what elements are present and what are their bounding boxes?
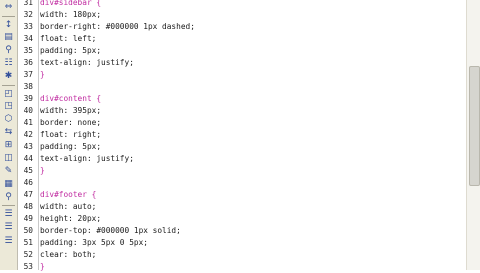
toolbar-separator — [2, 16, 15, 17]
code-line: 39 div#content { — [15, 93, 101, 105]
indent-more-icon[interactable]: ☰ — [3, 222, 14, 233]
expand-icon[interactable]: ⇔ — [3, 2, 14, 13]
code-line: 50 border-top: #000000 1px solid; — [15, 225, 181, 237]
code-editor[interactable]: 31 div#sidebar { 32 width: 180px; 33 border-r… — [24, 0, 465, 271]
code-line: 48 width: auto; — [15, 201, 97, 213]
code-line: 46 — [15, 177, 40, 189]
code-text: width: 395px; — [40, 106, 102, 115]
line-number: 43 — [23, 142, 33, 151]
apply-icon[interactable]: ◫ — [3, 153, 14, 164]
code-text: } — [40, 166, 45, 175]
collapse-icon[interactable]: ↕ — [3, 20, 14, 31]
code-text: height: 20px; — [40, 214, 102, 223]
code-text: } — [40, 70, 45, 79]
code-text: padding: 3px 5px 0 5px; — [40, 238, 148, 247]
code-text: div#footer { — [40, 190, 97, 199]
code-text: text-align: justify; — [40, 58, 134, 67]
code-text: div#sidebar { — [40, 0, 102, 7]
code-line: 38 — [15, 81, 40, 93]
line-number: 39 — [23, 94, 33, 103]
format-icon[interactable]: ⊞ — [3, 140, 14, 151]
uncomment-icon[interactable]: ◳ — [3, 101, 14, 112]
code-text: float: right; — [40, 130, 102, 139]
line-number: 46 — [23, 178, 33, 187]
code-text: clear: both; — [40, 250, 97, 259]
code-line: 35 padding: 5px; — [15, 45, 101, 57]
code-text: border-right: #000000 1px dashed; — [40, 22, 195, 31]
line-number: 47 — [23, 190, 33, 199]
code-line: 34 float: left; — [15, 33, 97, 45]
vertical-scrollbar[interactable] — [466, 0, 480, 270]
code-line: 52 clear: both; — [15, 249, 97, 261]
code-text: padding: 5px; — [40, 142, 102, 151]
line-number: 49 — [23, 214, 33, 223]
code-line: 45} — [15, 165, 45, 177]
snippet-icon[interactable]: ⬡ — [3, 114, 14, 125]
edit-icon[interactable]: ✎ — [3, 166, 14, 177]
code-line: 41 border: none; — [15, 117, 101, 129]
line-number: 50 — [23, 226, 33, 235]
code-line: 44 text-align: justify; — [15, 153, 134, 165]
line-number: 48 — [23, 202, 33, 211]
indent-icon[interactable]: ✱ — [3, 71, 14, 82]
line-number: 42 — [23, 130, 33, 139]
line-number: 52 — [23, 250, 33, 259]
code-line: 40 width: 395px; — [15, 105, 101, 117]
line-number: 35 — [23, 46, 33, 55]
line-number: 38 — [23, 82, 33, 91]
code-text: text-align: justify; — [40, 154, 134, 163]
select-icon[interactable]: ▤ — [3, 32, 14, 43]
line-number: 51 — [23, 238, 33, 247]
line-number: 41 — [23, 118, 33, 127]
line-number: 33 — [23, 22, 33, 31]
code-line: 51 padding: 3px 5px 0 5px; — [15, 237, 148, 249]
code-text: border: none; — [40, 118, 102, 127]
list-icon[interactable]: ☰ — [3, 236, 14, 247]
code-text: float: left; — [40, 34, 97, 43]
highlight-icon[interactable]: ⇆ — [3, 127, 14, 138]
code-line: 42 float: right; — [15, 129, 101, 141]
line-number: 53 — [23, 262, 33, 271]
toolbar-separator — [2, 85, 15, 86]
scrollbar-thumb[interactable] — [469, 66, 480, 186]
code-text: width: 180px; — [40, 10, 102, 19]
code-line: 47 div#footer { — [15, 189, 97, 201]
code-line: 53} — [15, 261, 45, 273]
search-icon[interactable]: ⚲ — [3, 192, 14, 203]
line-number: 37 — [23, 70, 33, 79]
line-number: 45 — [23, 166, 33, 175]
code-text: div#content { — [40, 94, 102, 103]
code-line: 32 width: 180px; — [15, 9, 101, 21]
code-text: padding: 5px; — [40, 46, 102, 55]
code-line: 31 div#sidebar { — [15, 0, 101, 9]
link-icon[interactable]: ⚲ — [3, 45, 14, 56]
code-line: 43 padding: 5px; — [15, 141, 101, 153]
line-number: 44 — [23, 154, 33, 163]
comment-icon[interactable]: ◰ — [3, 89, 14, 100]
line-number: 34 — [23, 34, 33, 43]
code-line: 49 height: 20px; — [15, 213, 101, 225]
line-number: 40 — [23, 106, 33, 115]
code-line: 37} — [15, 69, 45, 81]
validate-icon[interactable]: ▦ — [3, 179, 14, 190]
line-number: 32 — [23, 10, 33, 19]
code-text: width: auto; — [40, 202, 97, 211]
wrap-icon[interactable]: ☷ — [3, 58, 14, 69]
line-number: 36 — [23, 58, 33, 67]
line-number: 31 — [23, 0, 33, 7]
code-line: 33 border-right: #000000 1px dashed; — [15, 21, 195, 33]
toolbar-separator — [2, 205, 15, 206]
code-line: 36 text-align: justify; — [15, 57, 134, 69]
code-text: } — [40, 262, 45, 271]
code-text: border-top: #000000 1px solid; — [40, 226, 181, 235]
outdent-icon[interactable]: ☰ — [3, 209, 14, 220]
